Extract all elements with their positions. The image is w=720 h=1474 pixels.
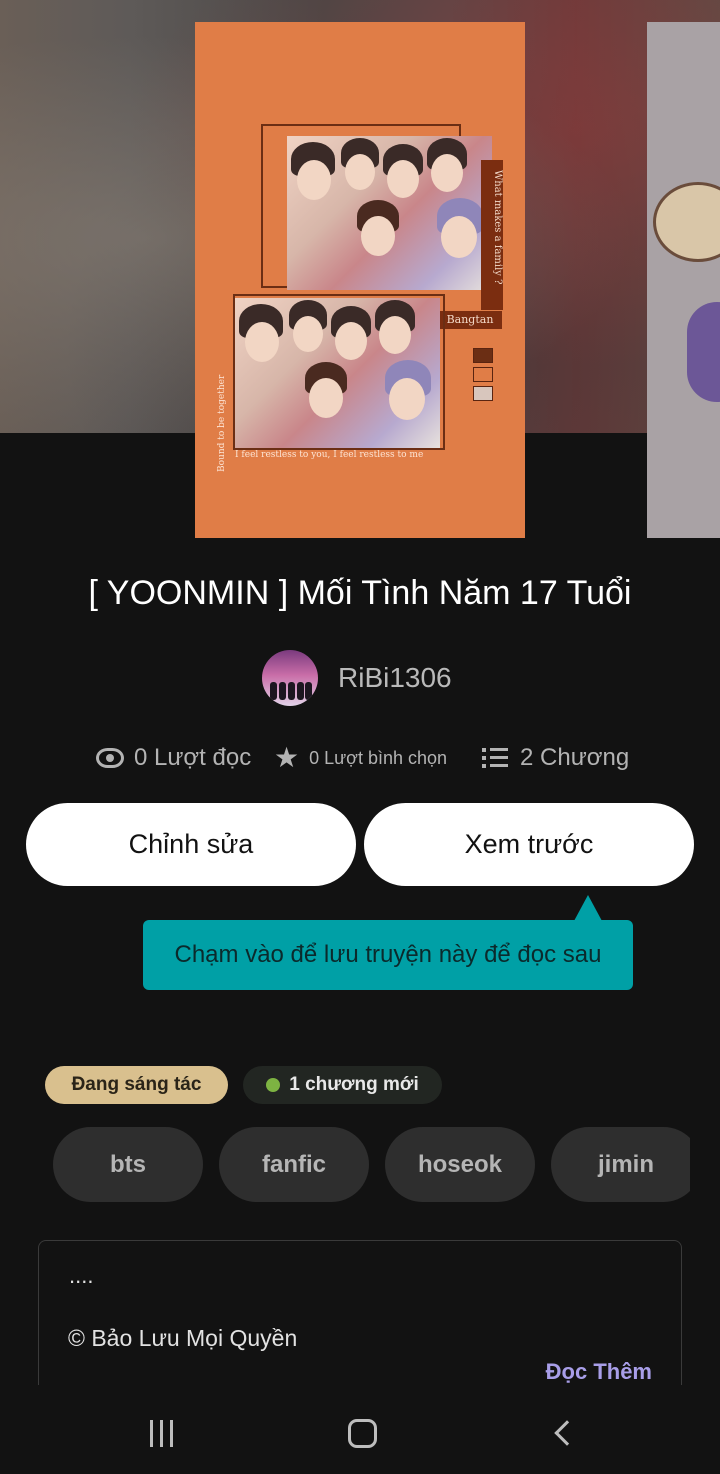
reads-count: 0 Lượt đọc xyxy=(134,744,252,771)
copyright-text: © Bảo Lưu Mọi Quyền xyxy=(68,1325,298,1351)
tooltip-text: Chạm vào để lưu truyện này để đọc sau xyxy=(174,941,602,968)
list-icon xyxy=(482,748,508,768)
home-icon xyxy=(347,1418,377,1448)
tag-chip[interactable]: hoseok xyxy=(385,1127,535,1202)
cover-tag-label: Bangtan xyxy=(438,311,502,329)
author-row[interactable]: RiBi1306 xyxy=(262,648,452,708)
story-cover[interactable]: What makes a family ? Bangtan Bound to b… xyxy=(195,22,525,538)
new-dot-icon xyxy=(266,1078,281,1092)
edit-button[interactable]: Chỉnh sửa xyxy=(26,803,356,886)
cover-photo-top xyxy=(287,136,492,290)
preview-button[interactable]: Xem trước xyxy=(364,803,694,886)
votes-stat: ★ 0 Lượt bình chọn xyxy=(274,744,447,772)
next-cover-art xyxy=(653,182,720,262)
cover-caption: I feel restless to you, I feel restless … xyxy=(235,450,424,460)
story-title: [ YOONMIN ] Mối Tình Năm 17 Tuổi xyxy=(88,574,632,612)
tag-list[interactable]: bts fanfic hoseok jimin xyxy=(53,1127,690,1203)
back-button[interactable] xyxy=(533,1403,593,1463)
system-nav-bar xyxy=(0,1385,720,1474)
description-text: .... xyxy=(69,1263,94,1288)
author-avatar[interactable] xyxy=(262,650,318,706)
new-chapter-label: 1 chương mới xyxy=(289,1074,419,1095)
read-more-link[interactable]: Đọc Thêm xyxy=(546,1359,652,1385)
tag-chip[interactable]: fanfic xyxy=(219,1127,369,1202)
cover-swatch xyxy=(473,367,493,382)
cover-swatch xyxy=(473,386,493,401)
tag-chip[interactable]: bts xyxy=(53,1127,203,1202)
save-tooltip[interactable]: Chạm vào để lưu truyện này để đọc sau xyxy=(143,895,633,990)
tag-chip[interactable]: jimin xyxy=(551,1127,690,1202)
cover-vertical-text: Bound to be together xyxy=(217,374,227,472)
new-chapter-badge: 1 chương mới xyxy=(243,1066,442,1104)
votes-count: 0 Lượt bình chọn xyxy=(309,747,448,768)
story-stats: 0 Lượt đọc ★ 0 Lượt bình chọn 2 Chương xyxy=(0,735,720,781)
cover-swatch xyxy=(473,348,493,363)
back-icon xyxy=(554,1420,580,1446)
recent-apps-icon xyxy=(149,1419,173,1447)
home-button[interactable] xyxy=(332,1403,392,1463)
cover-side-text: What makes a family ? xyxy=(481,160,503,310)
recent-apps-button[interactable] xyxy=(131,1403,191,1463)
eye-icon xyxy=(96,748,124,768)
next-story-cover[interactable] xyxy=(647,22,720,538)
chapters-count: 2 Chương xyxy=(520,744,630,771)
story-description: .... © Bảo Lưu Mọi Quyền Đọc Thêm xyxy=(38,1240,682,1385)
chapters-stat[interactable]: 2 Chương xyxy=(482,744,629,772)
star-icon: ★ xyxy=(274,742,300,773)
status-badge: Đang sáng tác xyxy=(45,1066,228,1104)
reads-stat: 0 Lượt đọc xyxy=(96,744,251,772)
cover-photo-bottom xyxy=(235,298,440,448)
author-name[interactable]: RiBi1306 xyxy=(338,662,452,694)
next-cover-art xyxy=(687,302,720,402)
